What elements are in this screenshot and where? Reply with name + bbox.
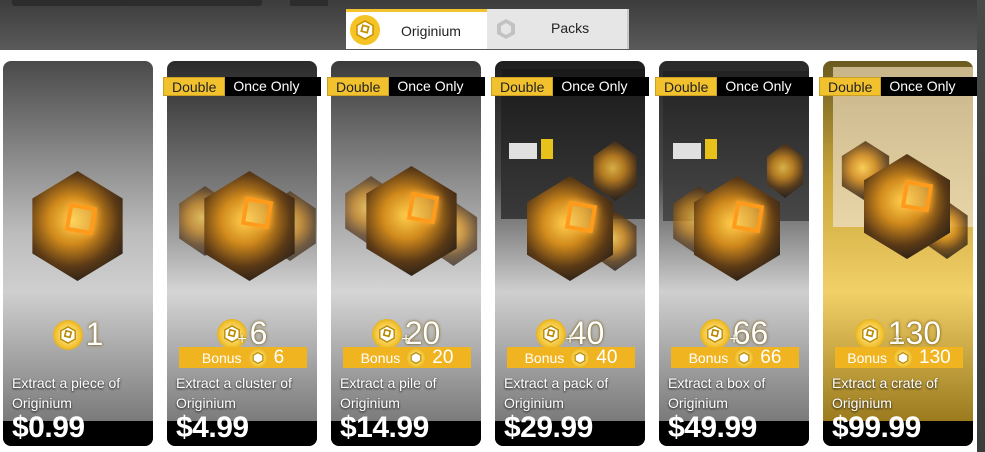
bonus-row: Bonus 6 — [179, 347, 307, 368]
originium-currency-icon — [893, 347, 913, 368]
once-only-label: Once Only — [553, 77, 650, 96]
originium-icon — [350, 15, 380, 45]
double-label: Double — [491, 77, 554, 96]
double-once-only-badge: Double Once Only — [491, 77, 650, 96]
right-edge-strip — [977, 0, 985, 452]
originium-currency-icon — [406, 347, 427, 368]
bonus-value: 130 — [919, 346, 951, 368]
bonus-row: Bonus 130 — [835, 347, 963, 368]
once-only-label: Once Only — [225, 77, 322, 96]
bonus-label: Bonus — [360, 349, 401, 366]
bonus-value: 6 — [273, 346, 285, 368]
originium-currency-icon — [247, 347, 268, 368]
offer-description: Extract a box of Originium — [668, 375, 766, 411]
offer-description: Extract a pack of Originium — [504, 375, 609, 411]
originium-offer-card-4[interactable]: 40 + Bonus 40 Extract a pack of Originiu… — [495, 61, 645, 446]
once-only-label: Once Only — [717, 77, 814, 96]
originium-currency-icon — [570, 347, 591, 368]
bonus-row: Bonus 20 — [343, 347, 471, 368]
tab-originium-label: Originium — [401, 23, 461, 39]
packs-icon — [495, 18, 517, 40]
double-label: Double — [655, 77, 718, 96]
offer-price: $29.99 — [504, 411, 593, 444]
double-once-only-badge: Double Once Only — [655, 77, 814, 96]
bonus-label: Bonus — [201, 349, 242, 366]
offer-price: $0.99 — [12, 411, 85, 444]
originium-offer-card-2[interactable]: 6 + Bonus 6 Extract a cluster of Origini… — [167, 61, 317, 446]
originium-offer-card-5[interactable]: 66 + Bonus 66 Extract a box of Originium… — [659, 61, 809, 446]
offer-description: Extract a cluster of Originium — [176, 375, 292, 411]
double-label: Double — [327, 77, 390, 96]
offer-price: $4.99 — [176, 411, 249, 444]
double-once-only-badge: Double Once Only — [163, 77, 322, 96]
offer-price: $14.99 — [340, 411, 429, 444]
originium-amount: 1 — [3, 316, 153, 353]
top-bar-edge-left — [12, 0, 262, 6]
bonus-row: Bonus 66 — [671, 347, 799, 368]
originium-offer-card-1[interactable]: 1 Extract a piece of Originium $0.99 — [3, 61, 153, 446]
top-bar-edge-right — [290, 0, 328, 6]
originium-currency-icon — [734, 347, 755, 368]
once-only-label: Once Only — [389, 77, 486, 96]
double-once-only-badge: Double Once Only — [327, 77, 486, 96]
store-tabs: Originium Packs — [346, 9, 631, 49]
originium-offer-card-3[interactable]: 20 + Bonus 20 Extract a pile of Originiu… — [331, 61, 481, 446]
originium-currency-icon — [52, 319, 83, 350]
bonus-label: Bonus — [688, 349, 729, 366]
tab-originium[interactable]: Originium — [346, 9, 487, 49]
originium-offer-card-6[interactable]: 130 + Bonus 130 Extract a crate of Origi… — [823, 61, 973, 446]
offer-price: $99.99 — [832, 411, 921, 444]
double-once-only-badge: Double Once Only — [819, 77, 978, 96]
bonus-value: 20 — [432, 346, 454, 368]
once-only-label: Once Only — [881, 77, 978, 96]
tab-packs[interactable]: Packs — [487, 9, 629, 49]
bonus-value: 40 — [596, 346, 618, 368]
bonus-label: Bonus — [847, 349, 887, 366]
bonus-value: 66 — [760, 346, 782, 368]
tab-packs-label: Packs — [551, 20, 590, 36]
bonus-label: Bonus — [524, 349, 565, 366]
amount-value: 1 — [85, 316, 104, 352]
offer-description: Extract a pile of Originium — [340, 375, 437, 411]
double-label: Double — [163, 77, 226, 96]
offer-price: $49.99 — [668, 411, 757, 444]
offer-description: Extract a crate of Originium — [832, 375, 938, 411]
bonus-row: Bonus 40 — [507, 347, 635, 368]
offer-description: Extract a piece of Originium — [12, 375, 121, 411]
double-label: Double — [819, 77, 882, 96]
